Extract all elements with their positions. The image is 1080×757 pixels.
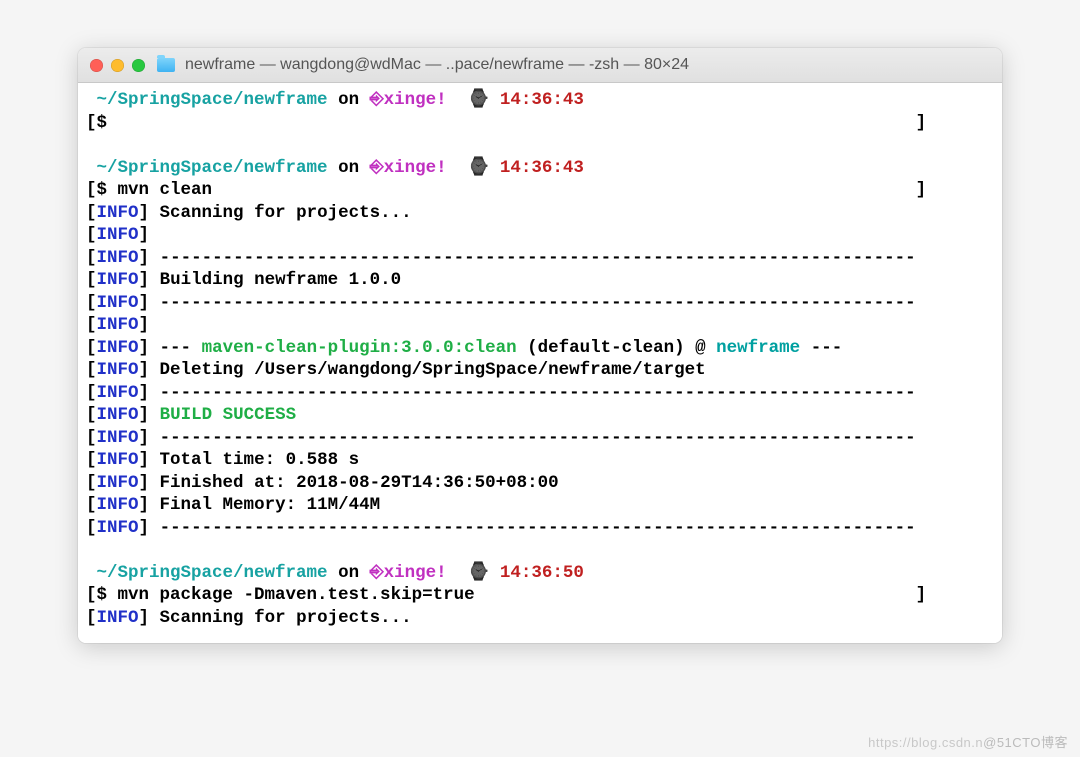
blank-line <box>86 134 994 157</box>
log-line: [INFO] ---------------------------------… <box>86 517 994 540</box>
command-line: [$ mvn clean ] <box>86 179 994 202</box>
cmd-mvn-clean[interactable]: $ mvn clean <box>97 180 213 200</box>
prompt-line: ~/SpringSpace/newframe on ⎆xinge! ⌚ 14:3… <box>86 157 994 180</box>
finished-at: Finished at: 2018-08-29T14:36:50+08:00 <box>149 473 559 493</box>
watch-icon: ⌚ <box>468 90 490 110</box>
blank-line <box>86 539 994 562</box>
minimize-icon[interactable] <box>111 59 124 72</box>
log-line: [INFO] ---------------------------------… <box>86 292 994 315</box>
maven-plugin: maven-clean-plugin:3.0.0:clean <box>202 338 517 358</box>
log-line: [INFO] Building newframe 1.0.0 <box>86 269 994 292</box>
log-line: [INFO] Total time: 0.588 s <box>86 449 994 472</box>
branch-icon: ⎆ <box>370 90 384 110</box>
terminal-window: newframe — wangdong@wdMac — ..pace/newfr… <box>78 48 1002 643</box>
delete-path: Deleting /Users/wangdong/SpringSpace/new… <box>149 360 706 380</box>
log-line: [INFO] Final Memory: 11M/44M <box>86 494 994 517</box>
log-line: [INFO] Deleting /Users/wangdong/SpringSp… <box>86 359 994 382</box>
building-header: Building newframe 1.0.0 <box>160 270 402 290</box>
log-line: [INFO] --- maven-clean-plugin:3.0.0:clea… <box>86 337 994 360</box>
command-line: [$ ] <box>86 112 994 135</box>
build-success: BUILD SUCCESS <box>160 405 297 425</box>
clock-time: 14:36:43 <box>500 90 584 110</box>
cmd-mvn-package[interactable]: $ mvn package -Dmaven.test.skip=true <box>97 585 475 605</box>
log-line: [INFO] ---------------------------------… <box>86 382 994 405</box>
command-line: [$ mvn package -Dmaven.test.skip=true ] <box>86 584 994 607</box>
log-line: [INFO] ---------------------------------… <box>86 247 994 270</box>
log-line: [INFO] <box>86 224 994 247</box>
log-line: [INFO] <box>86 314 994 337</box>
close-icon[interactable] <box>90 59 103 72</box>
zoom-icon[interactable] <box>132 59 145 72</box>
log-line: [INFO] Scanning for projects... <box>86 607 994 630</box>
terminal-body[interactable]: ~/SpringSpace/newframe on ⎆xinge! ⌚ 14:3… <box>78 83 1002 643</box>
git-branch: xinge! <box>384 90 447 110</box>
prompt-line: ~/SpringSpace/newframe on ⎆xinge! ⌚ 14:3… <box>86 562 994 585</box>
ps1[interactable]: $ <box>97 113 108 133</box>
log-line: [INFO] ---------------------------------… <box>86 427 994 450</box>
log-level: INFO <box>97 203 139 223</box>
cwd: ~/SpringSpace/newframe <box>97 90 328 110</box>
watermark: https://blog.csdn.n@51CTO博客 <box>868 732 1068 751</box>
log-line: [INFO] Finished at: 2018-08-29T14:36:50+… <box>86 472 994 495</box>
window-title: newframe — wangdong@wdMac — ..pace/newfr… <box>185 56 689 74</box>
folder-icon <box>157 58 175 72</box>
traffic-lights <box>90 59 145 72</box>
project-name: newframe <box>716 338 800 358</box>
titlebar[interactable]: newframe — wangdong@wdMac — ..pace/newfr… <box>78 48 1002 83</box>
final-memory: Final Memory: 11M/44M <box>149 495 380 515</box>
log-line: [INFO] Scanning for projects... <box>86 202 994 225</box>
prompt-line: ~/SpringSpace/newframe on ⎆xinge! ⌚ 14:3… <box>86 89 994 112</box>
log-line: [INFO] BUILD SUCCESS <box>86 404 994 427</box>
total-time: Total time: 0.588 s <box>149 450 359 470</box>
